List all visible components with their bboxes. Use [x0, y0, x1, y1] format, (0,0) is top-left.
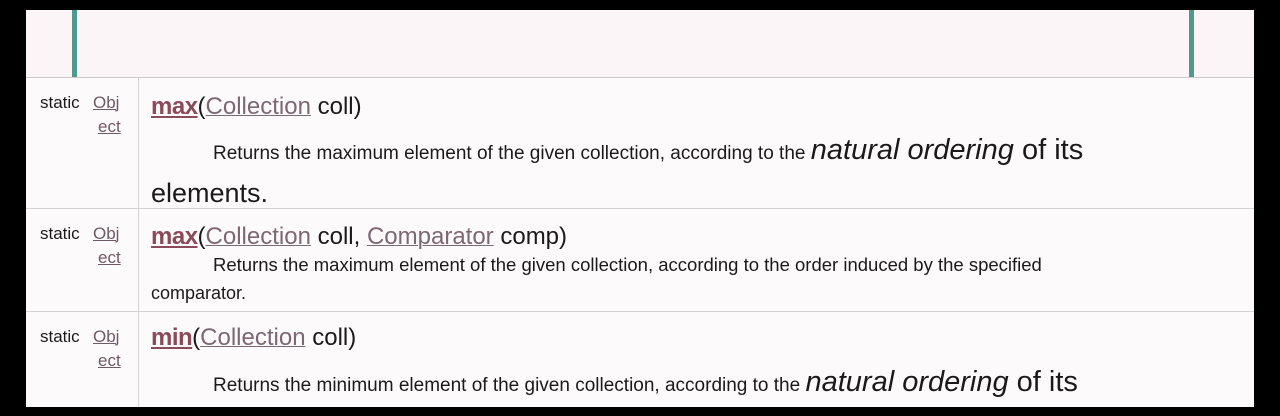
- method-link-max[interactable]: max: [151, 93, 198, 120]
- header-band: [26, 10, 1254, 77]
- return-type-link-cont[interactable]: ect: [98, 115, 121, 139]
- modifier-static: static: [40, 327, 80, 346]
- desc-suffix: of its: [1013, 134, 1084, 166]
- paren-close: ): [353, 93, 362, 120]
- method-signature: min(Collection coll): [151, 324, 356, 352]
- desc-suffix: of its: [1008, 366, 1078, 398]
- method-row-max-collection-comparator: static Obj ect max(Collection coll, Comp…: [26, 209, 1254, 311]
- desc-continued: comparator.: [151, 283, 247, 303]
- modifier-cell: static Obj ect: [26, 78, 139, 208]
- modifier-cell: static Obj ect: [26, 209, 139, 311]
- method-signature: max(Collection coll): [151, 93, 362, 121]
- desc-continued: elements.: [151, 178, 269, 208]
- desc-text: Returns the maximum element of the given…: [213, 143, 811, 164]
- method-link-min[interactable]: min: [151, 324, 193, 351]
- param-type-collection-link[interactable]: Collection: [206, 93, 311, 120]
- return-type-link[interactable]: Obj: [93, 222, 119, 246]
- return-type-link-cont[interactable]: ect: [98, 246, 121, 270]
- paren-open: (: [197, 93, 206, 120]
- method-description: Returns the maximum element of the given…: [213, 254, 1042, 275]
- method-row-min-collection: static Obj ect min(Collection coll) Retu…: [26, 312, 1254, 407]
- paren-close: ): [348, 324, 357, 351]
- right-divider: [1189, 10, 1194, 77]
- desc-italic: natural ordering: [805, 366, 1009, 398]
- paren-open: (: [197, 223, 206, 250]
- return-type-link-cont[interactable]: ect: [98, 349, 121, 373]
- modifier-static: static: [40, 224, 80, 243]
- modifier-cell: static Obj ect: [26, 312, 139, 407]
- method-signature: max(Collection coll, Comparator comp): [151, 223, 567, 251]
- return-type-link[interactable]: Obj: [93, 91, 119, 115]
- param-name: coll: [310, 93, 354, 120]
- param-type-comparator-link[interactable]: Comparator: [367, 223, 494, 250]
- param-name: coll,: [310, 223, 367, 250]
- param-name-comp: comp: [493, 223, 560, 250]
- javadoc-method-summary: static Obj ect max(Collection coll) Retu…: [26, 10, 1254, 407]
- method-link-max[interactable]: max: [151, 223, 198, 250]
- left-divider: [72, 10, 77, 77]
- method-row-max-collection: static Obj ect max(Collection coll) Retu…: [26, 78, 1254, 208]
- paren-open: (: [192, 324, 201, 351]
- desc-text: Returns the minimum element of the given…: [213, 375, 806, 396]
- param-type-collection-link[interactable]: Collection: [200, 324, 305, 351]
- method-description: Returns the minimum element of the given…: [213, 366, 1078, 399]
- modifier-static: static: [40, 93, 80, 112]
- param-type-collection-link[interactable]: Collection: [206, 223, 311, 250]
- method-description: Returns the maximum element of the given…: [213, 134, 1083, 167]
- return-type-link[interactable]: Obj: [93, 325, 119, 349]
- desc-italic: natural ordering: [810, 134, 1014, 166]
- paren-close: ): [559, 223, 568, 250]
- param-name: coll: [305, 324, 349, 351]
